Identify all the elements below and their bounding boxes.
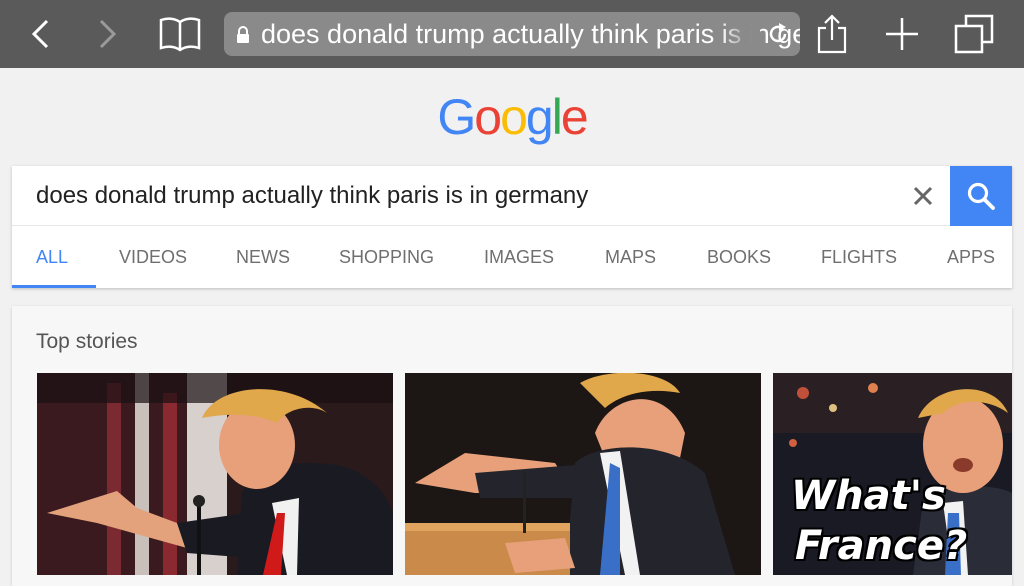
thumbnail-caption: France? bbox=[795, 523, 968, 569]
back-button[interactable] bbox=[20, 14, 60, 54]
forward-button[interactable] bbox=[88, 14, 128, 54]
tab-flights[interactable]: FLIGHTS bbox=[821, 227, 897, 288]
story-thumbnail[interactable] bbox=[37, 373, 393, 575]
url-fade bbox=[720, 12, 760, 56]
share-icon bbox=[817, 14, 847, 54]
tab-news[interactable]: NEWS bbox=[236, 227, 290, 288]
tabs-icon bbox=[954, 14, 994, 54]
tab-images[interactable]: IMAGES bbox=[484, 227, 554, 288]
story-image bbox=[405, 373, 761, 575]
top-stories-title: Top stories bbox=[36, 330, 138, 353]
search-button[interactable] bbox=[950, 166, 1012, 226]
tab-videos[interactable]: VIDEOS bbox=[119, 227, 187, 288]
forward-icon bbox=[99, 19, 117, 49]
top-stories-card: Top stories What's France? bbox=[12, 306, 1012, 586]
google-logo[interactable]: Google bbox=[0, 88, 1024, 146]
story-thumbnail[interactable] bbox=[405, 373, 761, 575]
close-icon bbox=[913, 186, 933, 206]
share-button[interactable] bbox=[812, 14, 852, 54]
search-box[interactable]: does donald trump actually think paris i… bbox=[12, 166, 1012, 226]
search-input[interactable]: does donald trump actually think paris i… bbox=[36, 182, 588, 210]
tabs-button[interactable] bbox=[954, 14, 994, 54]
reload-icon[interactable] bbox=[766, 22, 790, 46]
tab-shopping[interactable]: SHOPPING bbox=[339, 227, 434, 288]
back-icon bbox=[31, 19, 49, 49]
logo-letter: g bbox=[525, 89, 554, 145]
tab-maps[interactable]: MAPS bbox=[605, 227, 656, 288]
logo-letter: o bbox=[500, 89, 528, 145]
lock-icon bbox=[237, 26, 249, 43]
logo-letter: o bbox=[474, 89, 502, 145]
address-bar[interactable]: does donald trump actually think paris i… bbox=[224, 12, 800, 56]
bookmarks-icon bbox=[159, 17, 201, 52]
logo-letter: G bbox=[437, 89, 476, 145]
tab-all[interactable]: ALL bbox=[36, 227, 68, 288]
tab-apps[interactable]: APPS bbox=[947, 227, 995, 288]
new-tab-icon bbox=[886, 18, 918, 50]
search-icon bbox=[967, 182, 995, 210]
thumbnail-caption: What's bbox=[791, 473, 946, 519]
story-thumbnail[interactable]: What's France? bbox=[773, 373, 1012, 575]
story-image bbox=[37, 373, 393, 575]
logo-letter: e bbox=[560, 89, 589, 145]
bookmarks-button[interactable] bbox=[158, 14, 202, 54]
new-tab-button[interactable] bbox=[882, 14, 922, 54]
search-tabs: ALL VIDEOS NEWS SHOPPING IMAGES MAPS BOO… bbox=[12, 227, 1012, 288]
tab-books[interactable]: BOOKS bbox=[707, 227, 771, 288]
browser-toolbar: does donald trump actually think paris i… bbox=[0, 0, 1024, 68]
search-card: does donald trump actually think paris i… bbox=[12, 166, 1012, 288]
clear-button[interactable] bbox=[910, 180, 936, 212]
active-tab-indicator bbox=[12, 285, 96, 288]
logo-letter: l bbox=[551, 89, 563, 145]
